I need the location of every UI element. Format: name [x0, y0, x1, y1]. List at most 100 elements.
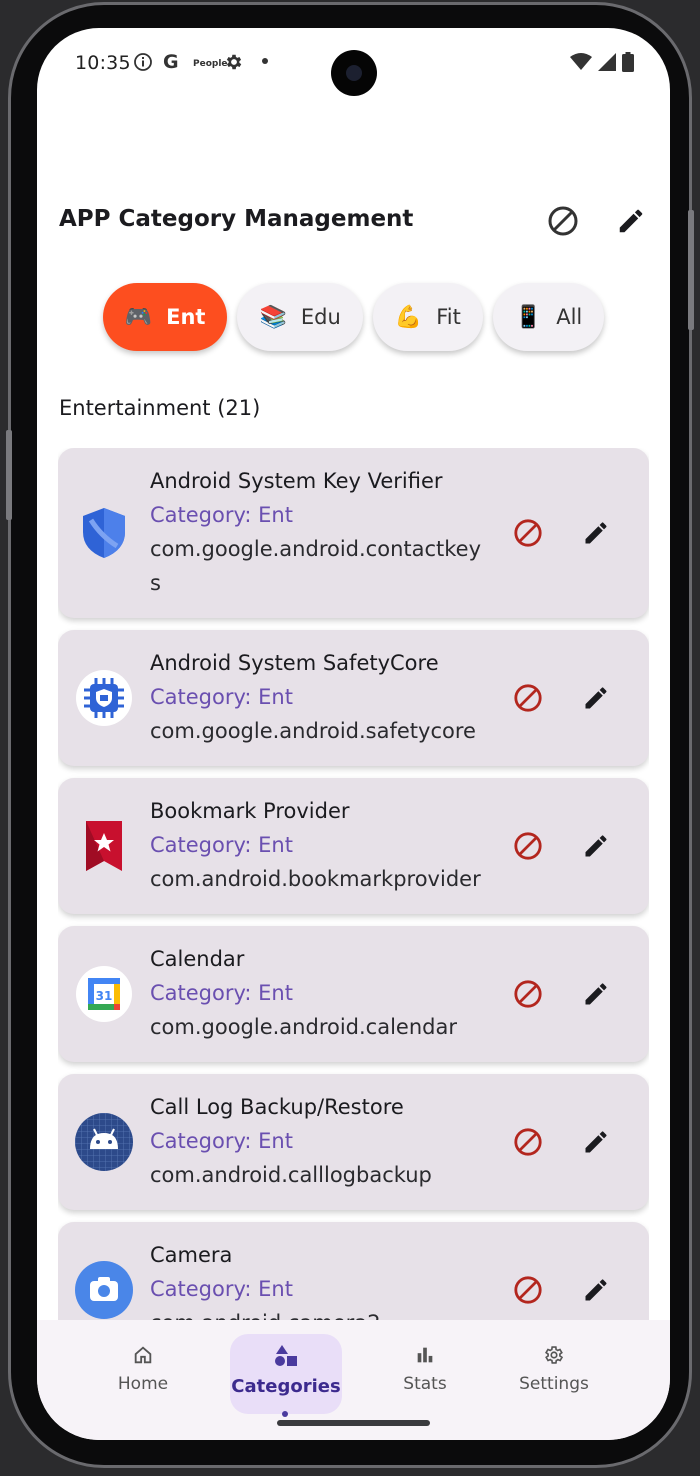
books-icon: 📚	[259, 304, 287, 330]
app-package: com.google.android.safetycore	[150, 719, 476, 743]
block-icon	[514, 1128, 542, 1156]
safety-chip-icon	[75, 669, 133, 727]
camera-icon	[75, 1261, 133, 1319]
app-category: Category: Ent	[150, 1277, 293, 1301]
nav-stats[interactable]: Stats	[369, 1334, 481, 1414]
android-robot-icon	[75, 1113, 133, 1171]
app-card[interactable]: Call Log Backup/Restore Category: Ent co…	[58, 1074, 649, 1210]
chip-label: Fit	[436, 305, 461, 329]
block-icon	[514, 519, 542, 547]
nav-label: Categories	[231, 1376, 341, 1397]
chip-label: All	[556, 305, 583, 329]
app-name: Camera	[150, 1243, 233, 1267]
block-app-button[interactable]	[511, 1125, 545, 1159]
flexed-arm-icon: 💪	[394, 304, 423, 330]
settings-gear-icon	[224, 52, 244, 77]
app-package: com.android.calllogbackup	[150, 1163, 432, 1187]
phone-side-button	[688, 210, 694, 330]
calendar-icon: 31	[75, 965, 133, 1023]
active-indicator-dot	[282, 1411, 288, 1417]
nav-label: Settings	[519, 1374, 589, 1394]
pencil-icon	[619, 209, 643, 233]
app-package: com.google.android.calendar	[150, 1015, 457, 1039]
app-card[interactable]: Camera Category: Ent com.android.camera2	[58, 1222, 649, 1320]
categories-icon	[275, 1345, 297, 1366]
nav-label: Stats	[403, 1374, 447, 1394]
app-name: Call Log Backup/Restore	[150, 1095, 404, 1119]
app-card[interactable]: Bookmark Provider Category: Ent com.andr…	[58, 778, 649, 914]
dot-icon	[262, 58, 268, 64]
block-icon	[514, 832, 542, 860]
pencil-icon	[585, 1279, 607, 1301]
edit-all-button[interactable]	[614, 204, 648, 238]
nav-home[interactable]: Home	[87, 1334, 199, 1414]
page-title: APP Category Management	[59, 206, 414, 232]
block-icon	[514, 980, 542, 1008]
nav-settings[interactable]: Settings	[498, 1334, 610, 1414]
chip-fit[interactable]: 💪 Fit	[372, 283, 483, 351]
stats-icon	[417, 1347, 433, 1363]
app-card[interactable]: Android System SafetyCore Category: Ent …	[58, 630, 649, 766]
block-app-button[interactable]	[511, 516, 545, 550]
chip-all[interactable]: 📱 All	[492, 283, 605, 351]
chip-label: Edu	[300, 305, 341, 329]
section-heading: Entertainment (21)	[59, 396, 261, 420]
app-package: com.android.bookmarkprovider	[150, 867, 481, 891]
phone-icon: 📱	[514, 304, 543, 330]
app-name: Android System Key Verifier	[150, 469, 443, 493]
block-app-button[interactable]	[511, 829, 545, 863]
bottom-navigation: Home Categories Stats Settings	[37, 1320, 670, 1440]
block-app-button[interactable]	[511, 1273, 545, 1307]
gesture-home-bar[interactable]	[277, 1420, 430, 1426]
battery-icon	[622, 52, 634, 76]
block-app-button[interactable]	[511, 681, 545, 715]
wifi-icon	[570, 53, 592, 75]
app-name: Android System SafetyCore	[150, 651, 439, 675]
chip-edu[interactable]: 📚 Edu	[237, 283, 363, 351]
edit-app-button[interactable]	[579, 1273, 613, 1307]
edit-app-button[interactable]	[579, 977, 613, 1011]
app-package: com.android.camera2	[150, 1306, 490, 1320]
app-card[interactable]: Android System Key Verifier Category: En…	[58, 448, 649, 618]
system-icons	[570, 52, 634, 76]
bookmark-star-icon	[75, 817, 133, 875]
edit-app-button[interactable]	[579, 516, 613, 550]
status-bar: 10:35 G People	[37, 28, 670, 98]
app-list[interactable]: Android System Key Verifier Category: En…	[58, 448, 649, 1320]
block-icon	[514, 1276, 542, 1304]
people-icon: People	[193, 59, 228, 69]
chip-label: Ent	[166, 305, 206, 329]
pencil-icon	[585, 522, 607, 544]
app-name: Calendar	[150, 947, 245, 971]
chip-ent[interactable]: 🎮 Ent	[102, 283, 228, 351]
nav-label: Home	[117, 1374, 169, 1394]
google-g-icon: G	[163, 51, 179, 73]
nav-categories[interactable]: Categories	[230, 1334, 342, 1414]
phone-screen: 10:35 G People APP Category Management 🎮…	[37, 28, 670, 1440]
app-package: com.google.android.contactkeys	[150, 537, 482, 595]
app-category: Category: Ent	[150, 981, 293, 1005]
front-camera	[331, 50, 377, 96]
pencil-icon	[585, 687, 607, 709]
calendar-day-number: 31	[96, 989, 113, 1003]
home-icon	[134, 1346, 152, 1364]
block-icon	[548, 206, 578, 236]
block-icon	[514, 684, 542, 712]
block-all-button[interactable]	[546, 204, 580, 238]
app-card[interactable]: 31 Calendar Category: Ent com.google.and…	[58, 926, 649, 1062]
block-app-button[interactable]	[511, 977, 545, 1011]
edit-app-button[interactable]	[579, 681, 613, 715]
shield-icon	[75, 504, 133, 562]
edit-app-button[interactable]	[579, 1125, 613, 1159]
app-category: Category: Ent	[150, 503, 293, 527]
phone-side-button	[6, 430, 12, 520]
info-icon	[133, 52, 153, 77]
edit-app-button[interactable]	[579, 829, 613, 863]
gamepad-icon: 🎮	[124, 304, 153, 330]
pencil-icon	[585, 1131, 607, 1153]
pencil-icon	[585, 983, 607, 1005]
app-category: Category: Ent	[150, 833, 293, 857]
app-name: Bookmark Provider	[150, 799, 350, 823]
signal-icon	[598, 53, 616, 75]
status-time: 10:35	[75, 52, 131, 74]
